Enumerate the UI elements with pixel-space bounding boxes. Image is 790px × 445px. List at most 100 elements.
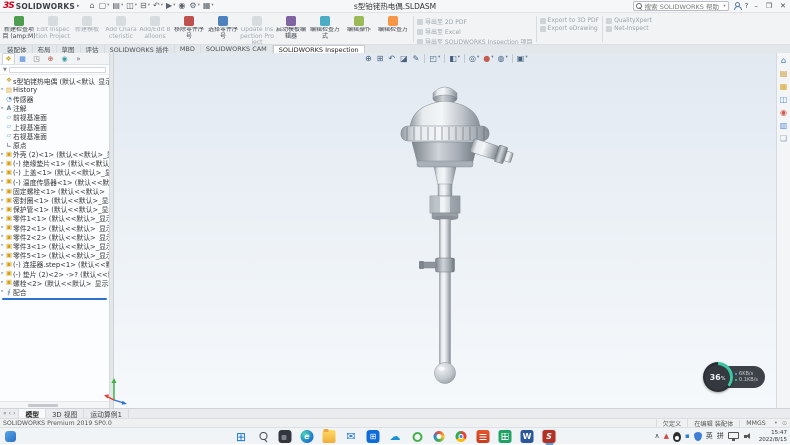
- quick-access-button[interactable]: ⊟▾: [140, 2, 150, 10]
- quick-access-button[interactable]: ◫▾: [126, 2, 137, 10]
- tree-row[interactable]: ▸ 零件5<1> (默认<<默认>_显示状态: [0, 251, 109, 260]
- ribbon-button[interactable]: 新建检查项目 (amp:M): [2, 14, 36, 44]
- tray-item[interactable]: [743, 432, 753, 442]
- tree-row[interactable]: ▸ 密封圈<1> (默认<<默认>_显示状: [0, 195, 109, 204]
- tray-item[interactable]: [694, 432, 702, 441]
- ribbon-button[interactable]: 编辑检查方: [376, 14, 410, 44]
- quick-access-button[interactable]: ⌂: [89, 2, 95, 10]
- tree-row[interactable]: ▸ 固定螺栓<1> (默认<<默认>_显示: [0, 186, 109, 195]
- ribbon-button[interactable]: 新建模板: [70, 14, 104, 44]
- taskbar-clock[interactable]: 15:47 2022/8/15: [759, 430, 787, 443]
- export-menu-item[interactable]: 导出至 2D PDF: [417, 17, 533, 26]
- export-menu-item[interactable]: Export eDrawing: [540, 25, 600, 32]
- taskbar-app[interactable]: S: [542, 429, 557, 444]
- tray-item[interactable]: 拼: [717, 433, 724, 440]
- tray-item[interactable]: ▪: [685, 433, 690, 440]
- tree-row[interactable]: ▸ (-) 连接器.step<1> (默认<<默认>: [0, 260, 109, 269]
- quick-access-button[interactable]: ◉: [178, 2, 186, 10]
- headsup-button[interactable]: ◎▾: [468, 55, 480, 63]
- ribbon-button[interactable]: 编辑检查方式: [308, 14, 342, 44]
- search-input[interactable]: 搜索 SOLIDWORKS 帮助 ▾: [633, 1, 729, 11]
- window-restore-button[interactable]: ❐: [764, 2, 774, 10]
- cpu-usage-dial[interactable]: 36%: [703, 362, 733, 392]
- command-tab[interactable]: 装配体: [2, 45, 33, 53]
- headsup-button[interactable]: [464, 54, 465, 63]
- window-minimize-button[interactable]: –: [752, 2, 760, 10]
- rollback-bar[interactable]: [2, 298, 107, 300]
- taskbar-app[interactable]: ✉: [344, 429, 359, 444]
- panel-tab[interactable]: ◳: [30, 53, 43, 64]
- help-button[interactable]: ?: [745, 2, 749, 10]
- model-3d-thermocouple[interactable]: [114, 53, 776, 408]
- headsup-button[interactable]: [424, 54, 425, 63]
- headsup-button[interactable]: ◧▾: [448, 55, 461, 63]
- taskbar-app[interactable]: e: [300, 429, 315, 444]
- tree-row[interactable]: ▸ 零件3<1> (默认<<默认>_显示状态: [0, 241, 109, 250]
- taskbar-app[interactable]: [256, 429, 271, 444]
- search-caret-icon[interactable]: ▾: [723, 4, 725, 9]
- scrollbar-handle[interactable]: [28, 404, 58, 407]
- headsup-button[interactable]: ◍▾: [497, 55, 509, 63]
- command-tab[interactable]: SOLIDWORKS CAM: [201, 45, 273, 53]
- taskbar-app[interactable]: [410, 429, 425, 444]
- command-tab[interactable]: 草图: [57, 45, 81, 53]
- headsup-button[interactable]: ✎: [412, 55, 422, 63]
- tree-row[interactable]: 传感器: [0, 94, 109, 103]
- taskbar-app[interactable]: [454, 429, 469, 444]
- task-pane-tab[interactable]: ◉: [780, 109, 787, 117]
- widgets-icon[interactable]: [5, 431, 16, 442]
- task-pane-tab[interactable]: ▦: [780, 83, 788, 91]
- command-tab[interactable]: 评估: [81, 45, 105, 53]
- ribbon-button[interactable]: 启动模板编辑器: [274, 14, 308, 44]
- doc-tab-nav-arrow-icon[interactable]: «: [3, 410, 7, 417]
- tray-item[interactable]: 英: [706, 433, 713, 440]
- panel-splitter[interactable]: [110, 53, 114, 408]
- taskbar-app[interactable]: [278, 429, 293, 444]
- tree-row[interactable]: 右视基准面: [0, 131, 109, 140]
- panel-tab[interactable]: ❖: [2, 53, 15, 64]
- doc-tab-nav-arrow-icon[interactable]: ‹: [9, 410, 11, 417]
- command-tab[interactable]: SOLIDWORKS 插件: [105, 45, 175, 53]
- doc-tab[interactable]: 3D 视图: [46, 409, 84, 418]
- task-pane-tab[interactable]: ❏: [780, 135, 787, 143]
- doc-tab-nav-arrow-icon[interactable]: ›: [13, 410, 15, 417]
- taskbar-app[interactable]: [322, 429, 337, 444]
- tray-item[interactable]: [728, 432, 739, 442]
- panel-tab[interactable]: ◉: [58, 53, 71, 64]
- quick-access-button[interactable]: ↶▾: [153, 2, 163, 10]
- tray-item[interactable]: ∧: [655, 433, 660, 440]
- quick-access-button[interactable]: ▢▾: [99, 2, 110, 10]
- ribbon-button[interactable]: 移除零件序号: [172, 14, 206, 44]
- headsup-button[interactable]: ⊞: [376, 55, 386, 63]
- tree-row[interactable]: ▸ 零件2<1> (默认<<默认>_显示状: [0, 223, 109, 232]
- task-pane-tab[interactable]: ◫: [780, 96, 788, 104]
- quick-access-button[interactable]: ▤▾: [112, 2, 123, 10]
- export-menu-item[interactable]: Export to 3D PDF: [540, 17, 600, 24]
- ribbon-button[interactable]: 选择零件序号: [206, 14, 240, 44]
- quick-access-button[interactable]: ⚙▾: [189, 2, 199, 10]
- task-pane-tab[interactable]: ▤: [780, 70, 788, 78]
- units-caret-icon[interactable]: ▾: [775, 421, 777, 426]
- taskbar-app[interactable]: ☁: [388, 429, 403, 444]
- tree-row[interactable]: ▸ 螺栓<2> (默认<<默认>_显示状态: [0, 278, 109, 287]
- headsup-button[interactable]: [512, 54, 513, 63]
- tray-item[interactable]: [673, 432, 681, 442]
- taskbar-app[interactable]: ⊞: [234, 429, 249, 444]
- tree-row[interactable]: ▸ 零件2<2> (默认<<默认>_显示状: [0, 232, 109, 241]
- panel-tab[interactable]: ▦: [16, 53, 29, 64]
- export-menu-item[interactable]: Net-Inspect: [606, 25, 652, 32]
- tree-row[interactable]: ▸ (-) 绝缘垫片<1> (默认<<默认>_显: [0, 159, 109, 168]
- ribbon-button[interactable]: Add/Edit Balloons: [138, 14, 172, 44]
- task-pane-tab[interactable]: ▥: [780, 122, 788, 130]
- tree-row[interactable]: ▸ 外壳 (2)<1> (默认<<默认>_显示状: [0, 150, 109, 159]
- ribbon-button[interactable]: Update Inspection Project: [240, 14, 274, 44]
- tree-row[interactable]: ▸ 注解: [0, 104, 109, 113]
- doc-tab[interactable]: 模型: [19, 409, 46, 418]
- headsup-button[interactable]: ↶: [387, 55, 397, 63]
- tree-row[interactable]: ▸ 配合: [0, 287, 109, 296]
- tree-row[interactable]: 前视基准面: [0, 113, 109, 122]
- taskbar-app[interactable]: [476, 429, 491, 444]
- tree-row[interactable]: ▸ History: [0, 85, 109, 94]
- window-close-button[interactable]: ✕: [778, 2, 788, 10]
- quick-access-button[interactable]: ▶▾: [166, 2, 175, 10]
